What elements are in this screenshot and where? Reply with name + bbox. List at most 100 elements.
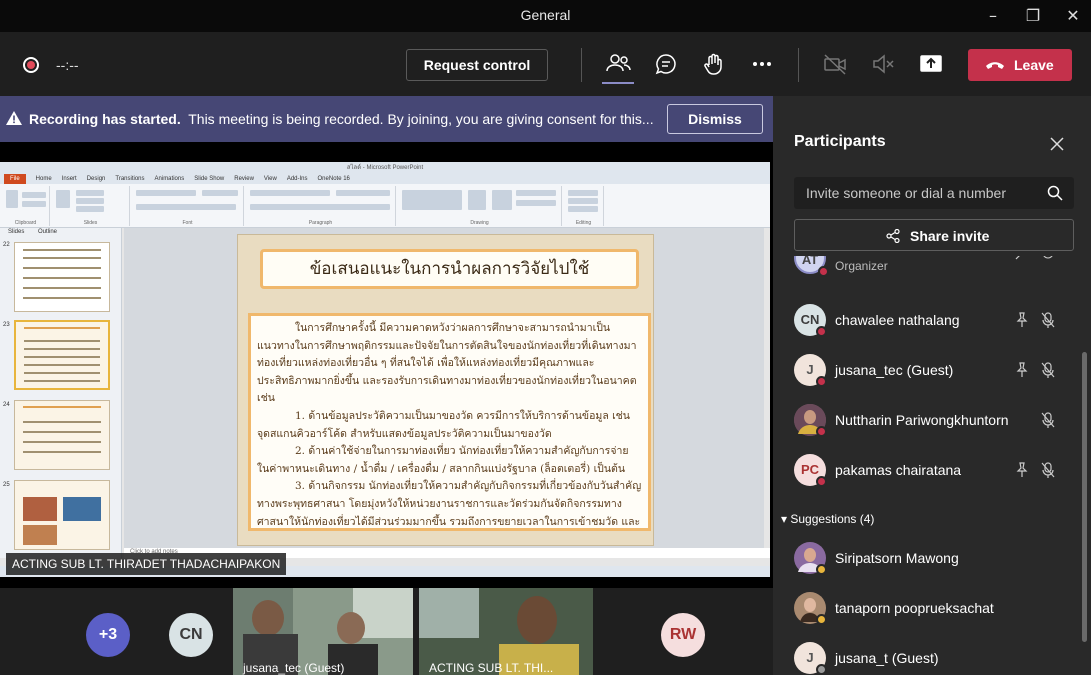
participant-name: pakamas chairatana (835, 462, 962, 478)
avatar: PC (794, 454, 827, 487)
ppt-ribbon-tabs: File Home Insert Design Transitions Animation… (0, 174, 770, 184)
request-control-button[interactable]: Request control (406, 49, 548, 81)
video-tile[interactable]: ACTING SUB LT. THI... (419, 588, 593, 675)
close-window-button[interactable]: ✕ (1058, 4, 1088, 28)
ppt-tab: Home (35, 176, 52, 182)
suggestion-name: tanaporn pooprueksachat (835, 600, 994, 616)
pin-icon[interactable] (1013, 461, 1031, 479)
share-icon (886, 229, 900, 243)
slide-body: ในการศึกษาครั้งนี้ มีความคาดหวังว่าผลการ… (248, 313, 651, 531)
suggestion-row[interactable]: J jusana_t (Guest) (773, 634, 1078, 675)
ribbon-group-label: Slides (83, 220, 98, 226)
ppt-tab: Transitions (115, 176, 145, 182)
participant-name: Nuttharin Pariwongkhuntorn (835, 412, 1009, 428)
suggestions-header[interactable]: ▾ Suggestions (4) (781, 512, 874, 526)
pane-tab-slides[interactable]: Slides (8, 229, 24, 235)
ppt-tab: Insert (61, 176, 77, 182)
thumb-number: 22 (3, 242, 10, 248)
ribbon-group: Editing (564, 186, 604, 226)
title-bar: General – ❐ ✕ (0, 0, 1091, 32)
participants-icon[interactable] (604, 50, 632, 78)
presenter-name-tag: ACTING SUB LT. THIRADET THADACHAIPAKON (6, 553, 287, 575)
avatar[interactable]: CN (169, 613, 213, 657)
ppt-tab: Review (234, 176, 254, 182)
ppt-tab: Animations (154, 176, 185, 182)
participants-panel: Participants Share invite AT Organizer C… (773, 96, 1091, 675)
raise-hand-icon[interactable] (700, 50, 728, 78)
video-gallery: +3 CN jusana_tec (Guest) ACTING SUB LT. … (0, 588, 773, 675)
mic-off-icon[interactable] (1039, 461, 1057, 479)
recording-icon (23, 57, 39, 73)
pane-tab-outline[interactable]: Outline (38, 229, 57, 235)
avatar-photo (794, 404, 827, 437)
chat-icon[interactable] (652, 50, 680, 78)
banner-text: This meeting is being recorded. By joini… (188, 111, 654, 127)
close-icon[interactable] (1049, 136, 1065, 152)
slide-thumbnail-selected[interactable] (14, 320, 110, 390)
participant-row[interactable]: PC pakamas chairatana (773, 446, 1078, 496)
maximize-button[interactable]: ❐ (1018, 4, 1048, 28)
suggestion-name: Siripatsorn Mawong (835, 550, 959, 566)
invite-search (794, 177, 1074, 209)
ppt-titlebar: สไลด์ - Microsoft PowerPoint (0, 162, 770, 174)
more-options-icon[interactable] (748, 50, 776, 78)
panel-scrollbar[interactable] (1082, 352, 1087, 642)
slide-thumbnail[interactable] (14, 480, 110, 550)
pin-icon[interactable] (1013, 311, 1031, 329)
participant-row[interactable]: Nuttharin Pariwongkhuntorn (773, 396, 1078, 446)
dismiss-button[interactable]: Dismiss (667, 104, 763, 134)
ribbon-group: Slides (52, 186, 130, 226)
ppt-tab: Add-Ins (286, 176, 308, 182)
mic-off-icon[interactable] (1039, 311, 1057, 329)
suggestion-row[interactable]: tanaporn pooprueksachat (773, 584, 1078, 634)
toolbar-divider (798, 48, 799, 82)
shared-screen: สไลด์ - Microsoft PowerPoint File Home Ins… (0, 142, 773, 588)
avatar[interactable]: RW (661, 613, 705, 657)
chevron-down-icon: ▾ (781, 512, 788, 526)
participant-name: chawalee nathalang (835, 312, 960, 328)
mic-off-icon[interactable] (1039, 411, 1057, 429)
camera-off-icon[interactable] (821, 50, 849, 78)
leave-button[interactable]: Leave (968, 49, 1072, 81)
ribbon-group: Font (132, 186, 244, 226)
ppt-ribbon: Clipboard Slides Font Paragraph Drawing … (0, 184, 770, 228)
pin-icon[interactable] (1013, 361, 1031, 379)
active-tab-indicator (602, 82, 634, 84)
ppt-tab: View (263, 176, 277, 182)
unpin-icon[interactable] (1013, 256, 1031, 262)
current-slide: ข้อเสนอแนะในการนำผลการวิจัยไปใช้ ในการศึ… (237, 234, 654, 546)
share-invite-label: Share invite (910, 228, 990, 244)
video-tile-label: jusana_tec (Guest) (243, 661, 345, 675)
slide-paragraph: 1. ด้านข้อมูลประวัติความเป็นมาของวัด ควร… (257, 409, 630, 440)
video-tile[interactable]: jusana_tec (Guest) (233, 588, 413, 675)
search-icon[interactable] (1047, 185, 1063, 201)
invite-input[interactable] (794, 177, 1044, 209)
mic-icon[interactable] (1039, 256, 1057, 262)
slide-thumbnail[interactable] (14, 242, 110, 312)
minimize-button[interactable]: – (978, 4, 1008, 28)
share-invite-button[interactable]: Share invite (794, 219, 1074, 251)
more-participants-badge[interactable]: +3 (86, 613, 130, 657)
warning-icon (6, 111, 22, 125)
window-title: General (520, 7, 571, 23)
banner-message: Recording has started. This meeting is b… (29, 111, 654, 127)
participant-row[interactable]: CN chawalee nathalang (773, 296, 1078, 346)
avatar: J (794, 642, 827, 675)
speaker-muted-icon[interactable] (869, 50, 897, 78)
ribbon-group-label: Clipboard (14, 220, 37, 226)
ribbon-group-label: Font (182, 220, 193, 226)
recording-banner: Recording has started. This meeting is b… (0, 96, 773, 142)
powerpoint-window: สไลด์ - Microsoft PowerPoint File Home Ins… (0, 162, 770, 577)
avatar-photo (794, 542, 827, 575)
slide-thumbnail[interactable] (14, 400, 110, 470)
avatar: CN (794, 304, 827, 337)
participant-row[interactable]: J jusana_tec (Guest) (773, 346, 1078, 396)
avatar: AT (794, 256, 829, 277)
suggestion-row[interactable]: Siripatsorn Mawong (773, 534, 1078, 584)
mic-off-icon[interactable] (1039, 361, 1057, 379)
slide-paragraph: ในการศึกษาครั้งนี้ มีความคาดหวังว่าผลการ… (257, 322, 637, 405)
participants-list: AT Organizer CN chawalee nathalang J jus… (773, 256, 1091, 675)
ribbon-group: Paragraph (246, 186, 396, 226)
participant-row-organizer[interactable]: AT Organizer (773, 256, 1078, 284)
share-screen-icon[interactable] (917, 50, 945, 78)
